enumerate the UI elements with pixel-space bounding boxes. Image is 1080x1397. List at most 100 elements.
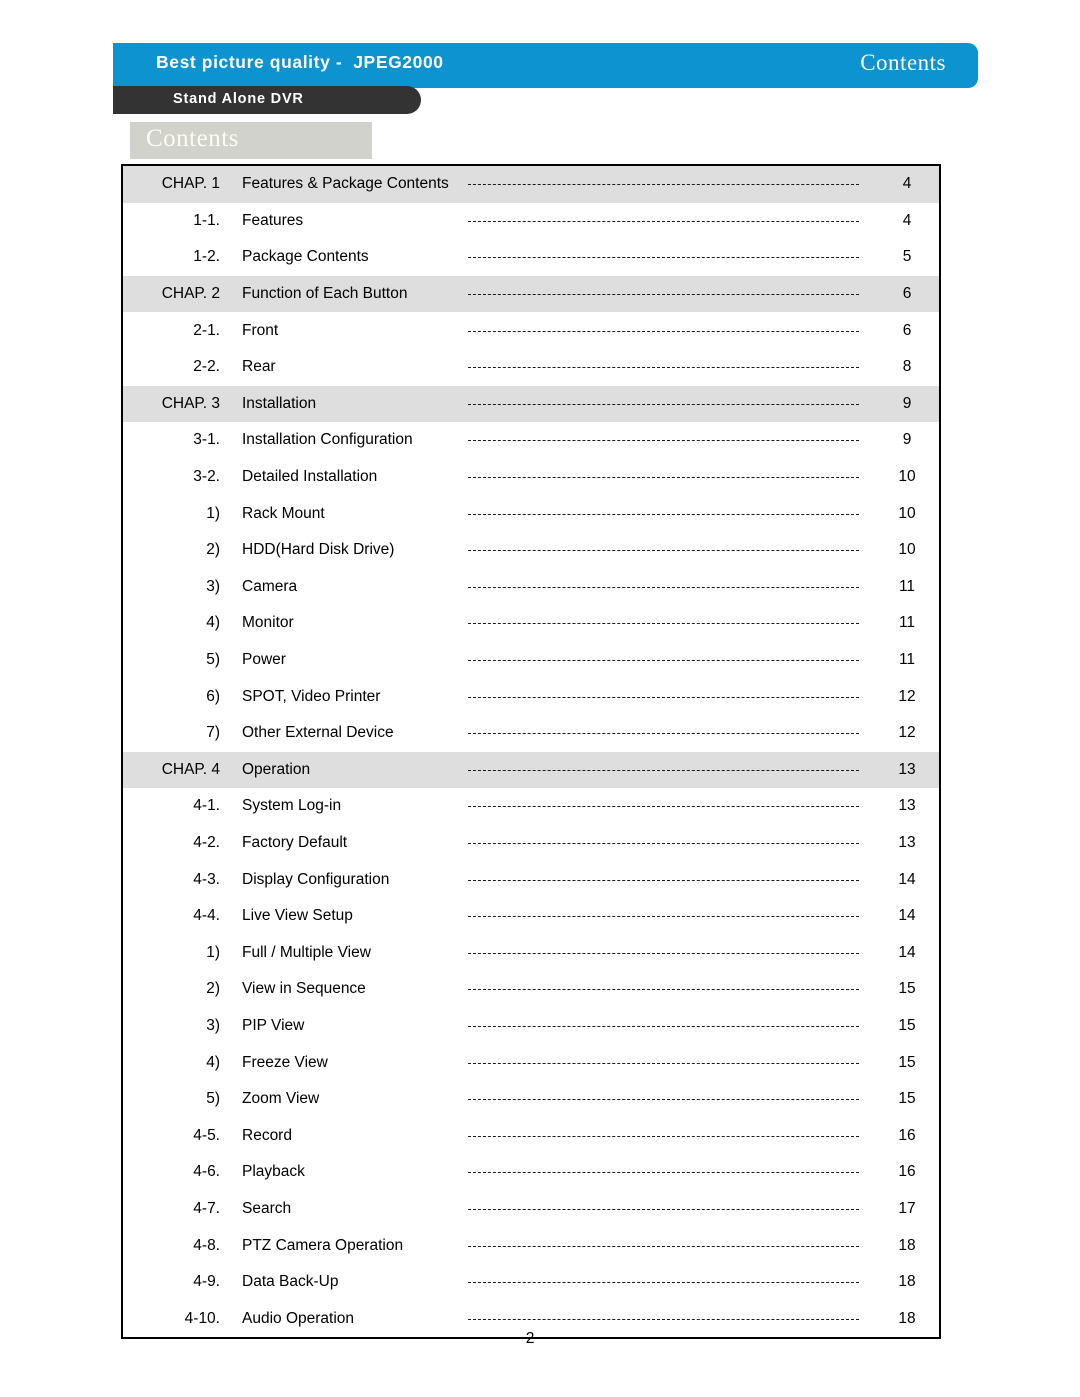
toc-row[interactable]: 1-1. Features 4	[123, 202, 939, 240]
subheader-product-name: Stand Alone DVR	[173, 91, 304, 107]
toc-row-number: 7)	[206, 724, 220, 742]
toc-leader-dots	[468, 433, 873, 447]
toc-row-page-number: 17	[898, 1199, 916, 1217]
toc-leader-dots	[468, 1202, 873, 1216]
toc-row-label: Features	[242, 211, 304, 229]
toc-leader-dots	[468, 580, 873, 594]
toc-row-page-number: 13	[898, 760, 916, 778]
toc-row-label: Front	[242, 321, 279, 339]
toc-row-label: Installation	[242, 394, 317, 412]
toc-row[interactable]: 3-2. Detailed Installation 10	[123, 458, 939, 496]
toc-row-label: Full / Multiple View	[242, 943, 371, 961]
toc-row-label: Detailed Installation	[242, 468, 378, 486]
toc-leader-dots	[468, 177, 873, 191]
toc-row-label: Power	[242, 651, 286, 669]
toc-row-label: View in Sequence	[242, 980, 366, 998]
toc-row-page-number: 12	[898, 724, 916, 742]
toc-row[interactable]: 4-1. System Log-in 13	[123, 788, 939, 825]
toc-leader-dots	[468, 982, 873, 996]
toc-leader-dots	[468, 1275, 873, 1289]
toc-row-label: Operation	[242, 760, 311, 778]
toc-row[interactable]: 3) PIP View 15	[123, 1007, 939, 1045]
toc-row-number: 5)	[206, 1090, 220, 1108]
toc-leader-dots	[468, 397, 873, 411]
toc-row[interactable]: 1) Full / Multiple View 14	[123, 934, 939, 972]
toc-row[interactable]: 2-1. Front 6	[123, 312, 939, 349]
toc-row-label: Package Contents	[242, 248, 369, 266]
toc-row[interactable]: 4-2. Factory Default 13	[123, 824, 939, 862]
toc-leader-dots	[468, 287, 873, 301]
toc-row[interactable]: CHAP. 4 Operation 13	[123, 751, 939, 789]
toc-row-page-number: 13	[898, 833, 916, 851]
toc-leader-dots	[468, 1056, 873, 1070]
toc-row[interactable]: 2-2. Rear 8	[123, 348, 939, 386]
toc-row[interactable]: 3-1. Installation Configuration 9	[123, 422, 939, 459]
toc-row-number: 4-2.	[193, 833, 220, 851]
toc-row[interactable]: CHAP. 1 Features & Package Contents 4	[123, 166, 939, 203]
toc-row[interactable]: 6) SPOT, Video Printer 12	[123, 678, 939, 715]
toc-row-page-number: 6	[902, 285, 912, 303]
toc-row[interactable]: 4-5. Record 16	[123, 1117, 939, 1155]
toc-row-number: 2-2.	[193, 358, 220, 376]
toc-leader-dots	[468, 616, 873, 630]
toc-row-page-number: 6	[902, 321, 912, 339]
toc-row[interactable]: 4-3. Display Configuration 14	[123, 861, 939, 898]
toc-row-page-number: 15	[898, 1016, 916, 1034]
toc-row-page-number: 13	[898, 797, 916, 815]
toc-row[interactable]: 2) HDD(Hard Disk Drive) 10	[123, 531, 939, 569]
toc-row[interactable]: 4-6. Playback 16	[123, 1154, 939, 1191]
toc-row-page-number: 12	[898, 687, 916, 705]
toc-row-page-number: 18	[898, 1273, 916, 1291]
toc-row[interactable]: CHAP. 3 Installation 9	[123, 385, 939, 423]
toc-leader-dots	[468, 324, 873, 338]
toc-row-number: 1)	[206, 943, 220, 961]
toc-leader-dots	[468, 763, 873, 777]
toc-row[interactable]: 4) Monitor 11	[123, 605, 939, 642]
header-section-title: Contents	[860, 50, 946, 75]
toc-row-page-number: 5	[902, 248, 912, 266]
toc-leader-dots	[468, 1129, 873, 1143]
toc-row-label: System Log-in	[242, 797, 342, 815]
toc-row-page-number: 10	[898, 541, 916, 559]
toc-row[interactable]: 4-7. Search 17	[123, 1190, 939, 1228]
toc-row-label: Rack Mount	[242, 504, 325, 522]
toc-row-page-number: 16	[898, 1126, 916, 1144]
toc-row-label: Monitor	[242, 614, 294, 632]
toc-row-number: 4-8.	[193, 1236, 220, 1254]
toc-row-number: 4)	[206, 1053, 220, 1071]
toc-row-page-number: 11	[898, 614, 916, 632]
toc-row-label: HDD(Hard Disk Drive)	[242, 541, 395, 559]
toc-row-page-number: 11	[898, 651, 916, 669]
toc-row[interactable]: 2) View in Sequence 15	[123, 971, 939, 1008]
toc-row[interactable]: 1-2. Package Contents 5	[123, 239, 939, 276]
toc-row-page-number: 16	[898, 1163, 916, 1181]
table-of-contents: CHAP. 1 Features & Package Contents 4 1-1. F…	[121, 164, 941, 1339]
toc-row[interactable]: 7) Other External Device 12	[123, 714, 939, 752]
toc-row[interactable]: 5) Zoom View 15	[123, 1080, 939, 1118]
toc-row-number: CHAP. 4	[161, 760, 220, 778]
toc-row[interactable]: 1) Rack Mount 10	[123, 495, 939, 532]
toc-row[interactable]: 4-9. Data Back-Up 18	[123, 1263, 939, 1301]
toc-row-label: Record	[242, 1126, 292, 1144]
toc-row-number: 2)	[206, 980, 220, 998]
toc-row-page-number: 15	[898, 1053, 916, 1071]
toc-row[interactable]: 4) Freeze View 15	[123, 1044, 939, 1081]
toc-row-page-number: 4	[902, 211, 912, 229]
toc-leader-dots	[468, 1165, 873, 1179]
toc-row-page-number: 9	[902, 394, 912, 412]
toc-row[interactable]: 4-8. PTZ Camera Operation 18	[123, 1227, 939, 1264]
toc-row-page-number: 4	[902, 175, 912, 193]
toc-row[interactable]: 5) Power 11	[123, 641, 939, 679]
toc-row-number: 4)	[206, 614, 220, 632]
toc-row-label: Factory Default	[242, 833, 348, 851]
toc-row[interactable]: 3) Camera 11	[123, 568, 939, 606]
toc-row-number: CHAP. 3	[161, 394, 220, 412]
toc-row[interactable]: CHAP. 2 Function of Each Button 6	[123, 275, 939, 313]
toc-leader-dots	[468, 507, 873, 521]
toc-row-number: 2)	[206, 541, 220, 559]
toc-row-label: PIP View	[242, 1016, 305, 1034]
toc-row-number: 4-9.	[193, 1273, 220, 1291]
toc-leader-dots	[468, 1019, 873, 1033]
toc-row[interactable]: 4-4. Live View Setup 14	[123, 897, 939, 935]
toc-row-number: 1-1.	[193, 211, 220, 229]
